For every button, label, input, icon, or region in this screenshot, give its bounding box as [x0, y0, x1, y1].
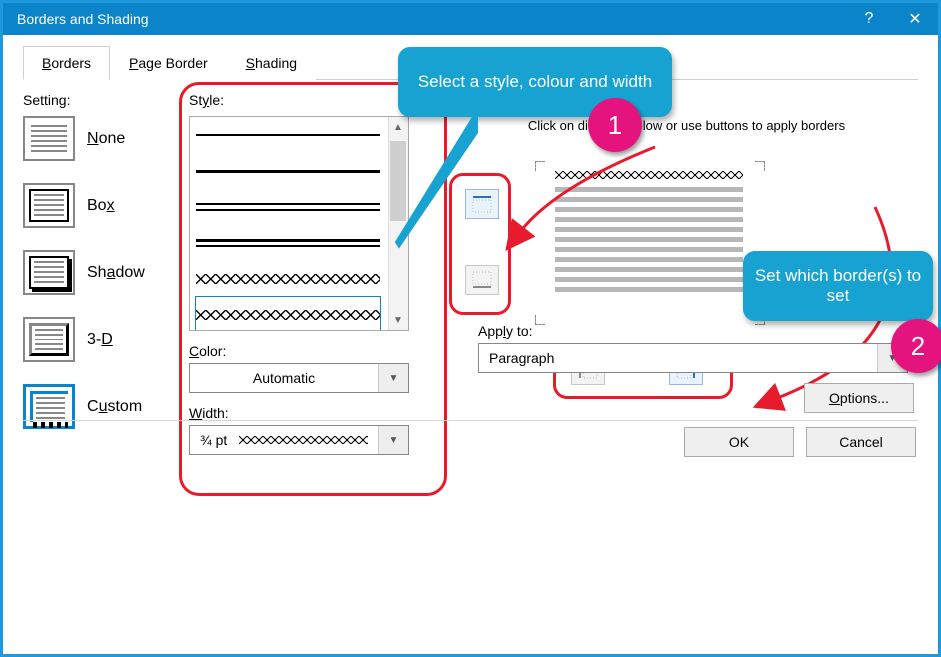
border-bottom-icon [472, 271, 492, 289]
apply-to-combo[interactable]: Paragraph ▼ [478, 343, 908, 373]
annotation-callout-2: Set which border(s) to set [743, 251, 933, 321]
setting-box[interactable]: Box [23, 183, 183, 228]
titlebar: Borders and Shading ? ✕ [3, 3, 938, 35]
preview-hint: Click on diagram below or use buttons to… [455, 118, 918, 133]
annotation-badge-1: 1 [588, 98, 642, 152]
corner-mark [535, 161, 545, 171]
corner-mark [755, 161, 765, 171]
dialog-title: Borders and Shading [17, 11, 149, 27]
help-icon[interactable]: ? [846, 3, 892, 35]
style-scrollbar[interactable]: ▲ ▼ [388, 117, 408, 330]
apply-to-value: Paragraph [479, 350, 877, 366]
setting-shadow-label: Shadow [87, 264, 145, 282]
setting-heading: Setting: [23, 92, 183, 108]
color-heading: Color: [189, 343, 449, 359]
ok-button[interactable]: OK [684, 427, 794, 457]
tab-shading[interactable]: Shading [227, 46, 316, 80]
border-top-button[interactable] [465, 189, 499, 219]
preview-diagram[interactable] [549, 171, 749, 311]
annotation-badge-2: 2 [891, 319, 941, 373]
width-value: ¾ pt [200, 432, 227, 448]
cancel-button[interactable]: Cancel [806, 427, 916, 457]
color-combo[interactable]: Automatic ▼ [189, 363, 409, 393]
chevron-down-icon[interactable]: ▼ [378, 364, 408, 392]
apply-to-heading: Apply to: [478, 323, 918, 339]
setting-custom[interactable]: Custom [23, 384, 183, 429]
scroll-down-icon[interactable]: ▼ [388, 310, 408, 330]
tab-page-border[interactable]: Page Border [110, 46, 227, 80]
setting-column: Setting: None Box Shadow 3-D [23, 88, 183, 455]
close-icon[interactable]: ✕ [892, 3, 938, 35]
width-heading: Width: [189, 405, 449, 421]
color-value: Automatic [190, 370, 378, 386]
setting-none[interactable]: None [23, 116, 183, 161]
width-combo[interactable]: ¾ pt ▼ [189, 425, 409, 455]
style-column: Style: ▲ ▼ Color: Automatic [189, 88, 449, 455]
setting-3d[interactable]: 3-D [23, 317, 183, 362]
separator [23, 420, 918, 421]
setting-none-label: None [87, 130, 125, 148]
borders-shading-dialog: Borders and Shading ? ✕ Borders Page Bor… [0, 0, 941, 657]
options-button[interactable]: Options... [804, 383, 914, 413]
border-bottom-button[interactable] [465, 265, 499, 295]
scroll-thumb[interactable] [390, 141, 406, 221]
border-top-icon [472, 195, 492, 213]
style-list[interactable]: ▲ ▼ [189, 116, 409, 331]
chevron-down-icon[interactable]: ▼ [378, 426, 408, 454]
width-preview-icon [239, 436, 368, 444]
setting-3d-label: 3-D [87, 331, 113, 349]
scroll-up-icon[interactable]: ▲ [388, 117, 408, 137]
setting-box-label: Box [87, 197, 115, 215]
setting-shadow[interactable]: Shadow [23, 250, 183, 295]
setting-custom-label: Custom [87, 398, 142, 416]
tab-borders[interactable]: Borders [23, 46, 110, 80]
